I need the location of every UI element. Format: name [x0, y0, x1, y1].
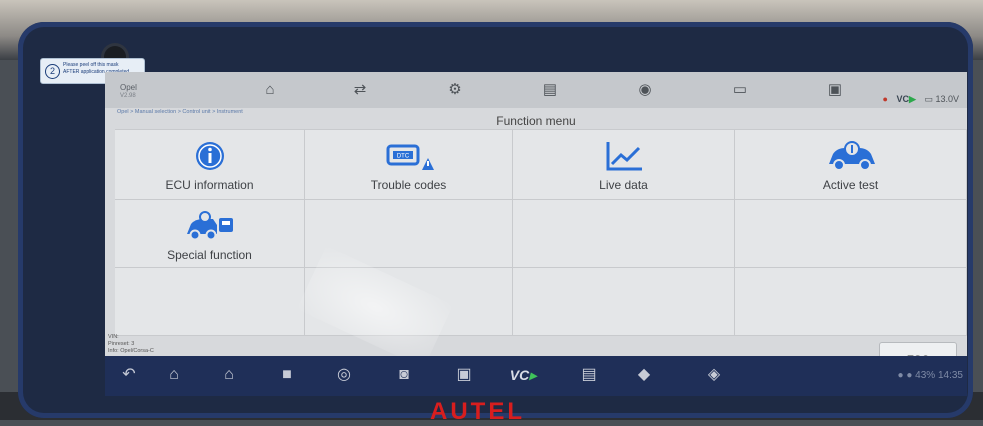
android-nav-bar: ↶ ⌂ ⌂ ■ ◎ ◙ ▣ VC▸ ▤ ◆ ◈ ● ● 43% 14:35	[105, 356, 967, 396]
vehicle-switch-icon[interactable]: ⇄	[345, 80, 375, 100]
vci-indicator: VC▶	[896, 94, 916, 104]
svg-text:DTC: DTC	[396, 154, 409, 160]
menu-item-ecu-information[interactable]: ECU information	[115, 130, 305, 200]
version-label: V2.98	[120, 93, 136, 99]
vehicle-shortcut-icon[interactable]: ▤	[575, 364, 603, 386]
info-icon	[115, 140, 304, 172]
notification-icon: ● ●	[897, 370, 913, 381]
brand-block: Opel V2.98	[120, 84, 137, 100]
pinreset-label: Pinreset: 3	[108, 341, 135, 347]
brand-name: Opel	[120, 83, 137, 92]
page-title: Function menu	[496, 114, 576, 128]
menu-item-special-function[interactable]: Special function	[115, 200, 305, 268]
browser-icon[interactable]: ◎	[330, 364, 358, 386]
screen-record-icon[interactable]: ▣	[450, 364, 478, 386]
home-car-icon[interactable]: ⌂	[255, 80, 285, 100]
top-toolbar: Opel V2.98 ⌂ ⇄ ⚙ ▤ ◉ ▭ ▣ ● VC▶ ▭ 13.0V	[105, 72, 967, 108]
menu-item-label: Trouble codes	[370, 178, 447, 192]
printer-icon[interactable]: ▤	[535, 80, 565, 100]
menu-item-label: Special function	[167, 248, 252, 262]
home-alt-icon[interactable]: ⌂	[215, 364, 243, 386]
menu-item-label: ECU information	[165, 178, 254, 192]
menu-item-live-data[interactable]: Live data	[513, 130, 735, 200]
save-icon[interactable]: ▭	[725, 80, 755, 100]
battery-icon: ▭	[924, 94, 933, 104]
record-icon[interactable]: ◉	[630, 80, 660, 100]
status-area: ● VC▶ ▭ 13.0V	[883, 94, 959, 105]
vehicle-info: VIN: Pinreset: 3 Info: Opel/Corsa-C	[108, 334, 154, 355]
empty-cell	[735, 200, 967, 268]
car-shortcut-icon[interactable]: ◆	[630, 364, 658, 386]
empty-cell	[305, 268, 513, 336]
battery-percent: 43%	[915, 370, 936, 381]
screen: Opel V2.98 ⌂ ⇄ ⚙ ▤ ◉ ▭ ▣ ● VC▶ ▭ 13.0V O…	[105, 72, 967, 394]
vehicle-service-icon	[115, 210, 304, 242]
menu-item-active-test[interactable]: Active test	[735, 130, 967, 200]
sticker-number: 2	[45, 64, 60, 79]
empty-cell	[513, 268, 735, 336]
function-menu-grid: ECU information DTC Trouble codes Live d…	[115, 129, 967, 336]
empty-cell	[305, 200, 513, 268]
service-shortcut-icon[interactable]: ◈	[700, 364, 728, 386]
menu-item-trouble-codes[interactable]: DTC Trouble codes	[305, 130, 513, 200]
dtc-engine-icon: DTC	[305, 140, 512, 172]
recent-apps-icon[interactable]: ■	[273, 364, 301, 386]
home-icon[interactable]: ⌂	[160, 364, 188, 386]
line-chart-icon	[513, 140, 734, 172]
connection-dot-icon: ●	[882, 94, 888, 104]
menu-item-label: Active test	[822, 178, 879, 192]
battery-voltage: 13.0V	[935, 94, 959, 104]
info-label: Info: Opel/Corsa-C	[108, 348, 154, 354]
camera-app-icon[interactable]: ◙	[390, 364, 418, 386]
menu-item-label: Live data	[599, 178, 648, 192]
vin-label: VIN:	[108, 334, 119, 340]
back-icon[interactable]: ↶	[115, 364, 143, 386]
car-wrench-icon	[735, 140, 966, 172]
system-status: ● ● 43% 14:35	[898, 370, 963, 381]
sticker-line1: Please peel off this mask	[63, 62, 119, 68]
vci-app-icon[interactable]: VC▸	[505, 364, 541, 386]
empty-cell	[735, 268, 967, 336]
clock: 14:35	[937, 370, 963, 381]
empty-cell	[115, 268, 305, 336]
chat-icon[interactable]: ▣	[820, 80, 850, 100]
settings-gear-icon[interactable]: ⚙	[440, 80, 470, 100]
empty-cell	[513, 200, 735, 268]
device-logo: AUTEL	[430, 398, 525, 425]
